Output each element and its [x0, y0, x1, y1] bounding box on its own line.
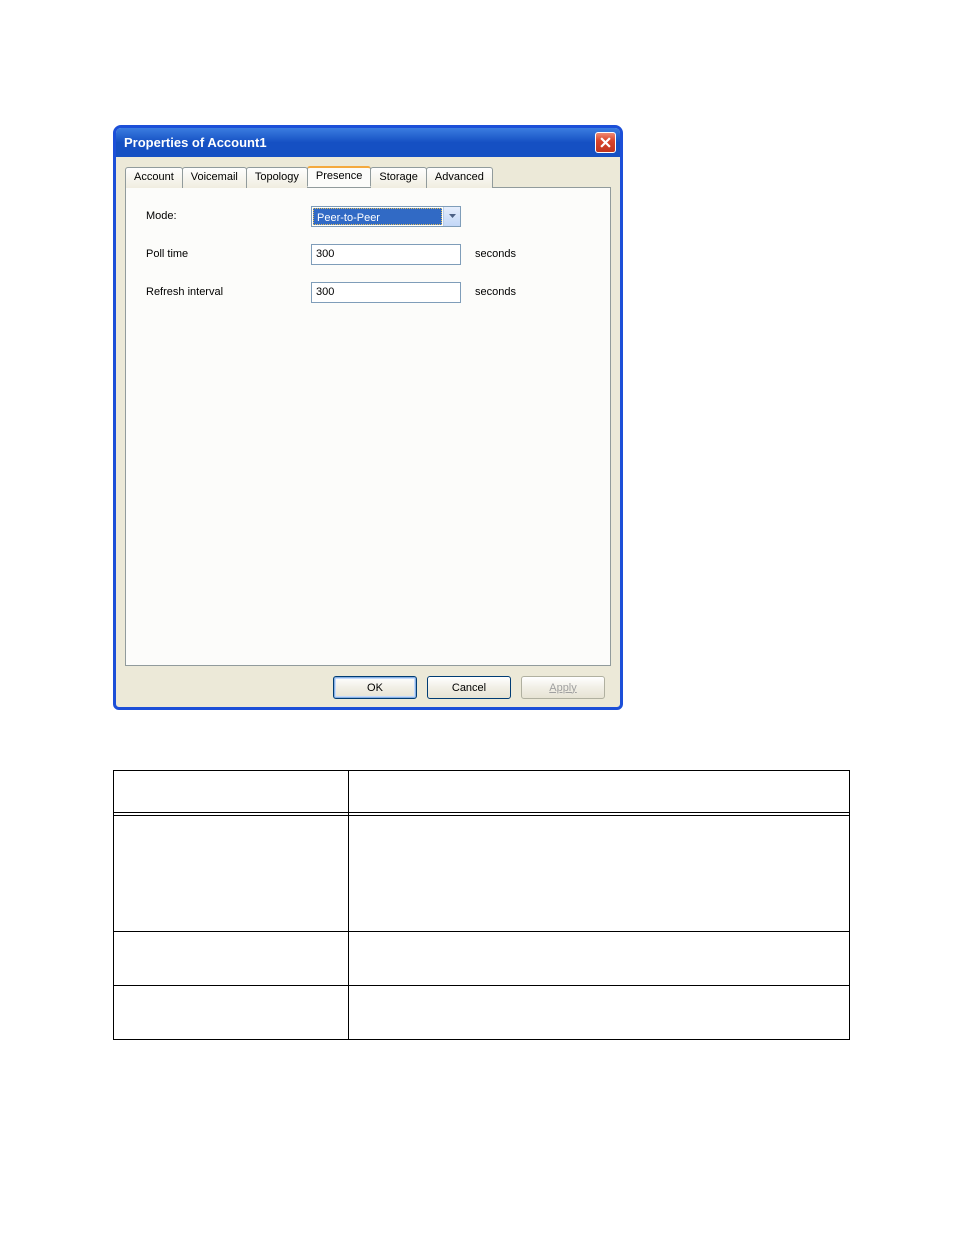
close-icon [600, 137, 611, 148]
title-bar: Properties of Account1 [116, 128, 620, 157]
ok-button[interactable]: OK [333, 676, 417, 699]
info-table [113, 770, 850, 1040]
tab-storage[interactable]: Storage [370, 167, 427, 188]
cancel-button[interactable]: Cancel [427, 676, 511, 699]
tab-topology[interactable]: Topology [246, 167, 308, 188]
table-cell [348, 986, 849, 1040]
mode-combobox[interactable]: Peer-to-Peer [311, 206, 461, 227]
table-cell [114, 932, 349, 986]
table-cell [114, 986, 349, 1040]
table-cell [348, 932, 849, 986]
title-text: Properties of Account1 [124, 135, 267, 150]
tab-account[interactable]: Account [125, 167, 183, 188]
poll-time-input[interactable] [311, 244, 461, 265]
table-row [114, 986, 850, 1040]
dialog-body: Account Voicemail Topology Presence Stor… [116, 157, 620, 707]
mode-value: Peer-to-Peer [313, 208, 442, 225]
button-row: OK Cancel Apply [125, 666, 611, 699]
table-row [114, 932, 850, 986]
chevron-down-icon [449, 214, 456, 218]
refresh-interval-label: Refresh interval [146, 286, 311, 298]
mode-label: Mode: [146, 210, 311, 222]
mode-dropdown-button[interactable] [443, 207, 460, 226]
properties-dialog: Properties of Account1 Account Voicemail… [113, 125, 623, 710]
refresh-interval-row: Refresh interval seconds [146, 280, 590, 304]
tab-voicemail[interactable]: Voicemail [182, 167, 247, 188]
tab-advanced[interactable]: Advanced [426, 167, 493, 188]
poll-time-unit: seconds [475, 248, 516, 260]
table-header-row [114, 771, 850, 813]
table-row [114, 816, 850, 932]
table-header-cell [114, 771, 349, 813]
refresh-interval-unit: seconds [475, 286, 516, 298]
tab-presence[interactable]: Presence [307, 166, 371, 187]
mode-row: Mode: Peer-to-Peer [146, 204, 590, 228]
close-button[interactable] [595, 132, 616, 153]
tab-strip: Account Voicemail Topology Presence Stor… [125, 166, 611, 187]
table-cell [348, 816, 849, 932]
apply-button: Apply [521, 676, 605, 699]
table-header-cell [348, 771, 849, 813]
table-cell [114, 816, 349, 932]
tab-panel-presence: Mode: Peer-to-Peer Poll time seconds Ref… [125, 187, 611, 666]
refresh-interval-input[interactable] [311, 282, 461, 303]
apply-label: Apply [549, 682, 577, 694]
poll-time-label: Poll time [146, 248, 311, 260]
poll-time-row: Poll time seconds [146, 242, 590, 266]
